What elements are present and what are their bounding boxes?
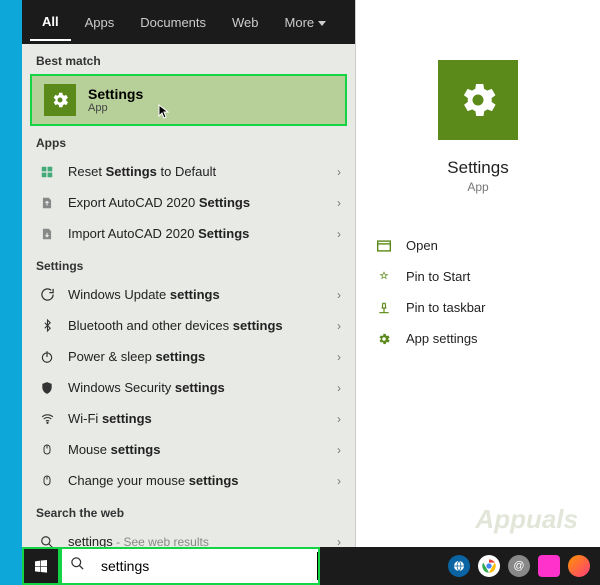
chevron-right-icon: › xyxy=(337,474,341,488)
gear-icon xyxy=(456,78,500,122)
tab-more[interactable]: More xyxy=(273,5,339,40)
list-item-label: Windows Update settings xyxy=(68,287,337,302)
list-item-label: Bluetooth and other devices settings xyxy=(68,318,337,333)
list-item-label: Reset Settings to Default xyxy=(68,164,337,179)
preview-app-tile xyxy=(438,60,518,140)
list-item-label: Mouse settings xyxy=(68,442,337,457)
action-pin-start[interactable]: Pin to Start xyxy=(374,261,582,292)
open-icon xyxy=(374,240,394,252)
gear-icon xyxy=(44,84,76,116)
shield-icon xyxy=(36,381,58,395)
setting-wifi[interactable]: Wi-Fi settings › xyxy=(22,403,355,434)
chevron-right-icon: › xyxy=(337,412,341,426)
app-icon[interactable] xyxy=(538,555,560,577)
section-apps: Apps xyxy=(22,126,355,156)
chevron-right-icon: › xyxy=(337,350,341,364)
chevron-right-icon: › xyxy=(337,381,341,395)
section-best-match: Best match xyxy=(22,44,355,74)
app-icon[interactable] xyxy=(448,555,470,577)
tab-documents[interactable]: Documents xyxy=(128,5,218,40)
best-match-subtitle: App xyxy=(88,102,143,114)
search-input[interactable] xyxy=(93,552,318,580)
action-label: App settings xyxy=(406,331,478,346)
chevron-right-icon: › xyxy=(337,443,341,457)
chevron-right-icon: › xyxy=(337,319,341,333)
setting-bluetooth[interactable]: Bluetooth and other devices settings › xyxy=(22,310,355,341)
tab-all[interactable]: All xyxy=(30,4,71,41)
best-match-text: Settings App xyxy=(88,86,143,114)
action-label: Open xyxy=(406,238,438,253)
preview-subtitle: App xyxy=(467,180,488,194)
best-match-title: Settings xyxy=(88,86,143,102)
action-label: Pin to taskbar xyxy=(406,300,486,315)
best-match-settings[interactable]: Settings App xyxy=(30,74,347,126)
reset-icon xyxy=(36,165,58,179)
pin-icon xyxy=(374,301,394,315)
setting-change-mouse[interactable]: Change your mouse settings › xyxy=(22,465,355,496)
app-icon[interactable] xyxy=(478,555,500,577)
desktop-accent-strip xyxy=(0,0,22,585)
wifi-icon xyxy=(36,412,58,425)
chevron-right-icon: › xyxy=(337,288,341,302)
app-import-autocad[interactable]: Import AutoCAD 2020 Settings › xyxy=(22,218,355,249)
taskbar-tray: @ xyxy=(448,555,600,577)
setting-mouse[interactable]: Mouse settings › xyxy=(22,434,355,465)
taskbar-search[interactable] xyxy=(60,547,320,585)
cursor-icon xyxy=(158,104,174,120)
pin-icon xyxy=(374,270,394,284)
import-icon xyxy=(36,227,58,241)
setting-security[interactable]: Windows Security settings › xyxy=(22,372,355,403)
chevron-right-icon: › xyxy=(337,165,341,179)
app-reset-settings[interactable]: Reset Settings to Default › xyxy=(22,156,355,187)
bluetooth-icon xyxy=(36,318,58,333)
app-icon[interactable]: @ xyxy=(508,555,530,577)
mouse-icon xyxy=(36,473,58,488)
taskbar: @ xyxy=(22,547,600,585)
action-label: Pin to Start xyxy=(406,269,470,284)
tab-apps[interactable]: Apps xyxy=(73,5,127,40)
export-icon xyxy=(36,196,58,210)
start-search-panel: All Apps Documents Web More Best match S… xyxy=(22,0,356,560)
action-pin-taskbar[interactable]: Pin to taskbar xyxy=(374,292,582,323)
app-export-autocad[interactable]: Export AutoCAD 2020 Settings › xyxy=(22,187,355,218)
gear-icon xyxy=(374,332,394,346)
action-app-settings[interactable]: App settings xyxy=(374,323,582,354)
preview-title: Settings xyxy=(447,158,508,178)
preview-actions: Open Pin to Start Pin to taskbar App set… xyxy=(356,230,600,354)
search-tabs-bar: All Apps Documents Web More xyxy=(22,0,355,44)
watermark: Appuals xyxy=(475,504,578,535)
app-icon[interactable] xyxy=(568,555,590,577)
preview-panel: Settings App Open Pin to Start Pin to ta… xyxy=(356,0,600,560)
refresh-icon xyxy=(36,287,58,302)
section-search-web: Search the web xyxy=(22,496,355,526)
start-button[interactable] xyxy=(22,547,60,585)
chevron-right-icon: › xyxy=(337,196,341,210)
action-open[interactable]: Open xyxy=(374,230,582,261)
list-item-label: Change your mouse settings xyxy=(68,473,337,488)
list-item-label: Wi-Fi settings xyxy=(68,411,337,426)
mouse-icon xyxy=(36,442,58,457)
power-icon xyxy=(36,350,58,364)
list-item-label: Power & sleep settings xyxy=(68,349,337,364)
chevron-down-icon xyxy=(318,21,326,26)
tab-web[interactable]: Web xyxy=(220,5,271,40)
setting-windows-update[interactable]: Windows Update settings › xyxy=(22,279,355,310)
list-item-label: Windows Security settings xyxy=(68,380,337,395)
windows-icon xyxy=(33,558,49,574)
chevron-right-icon: › xyxy=(337,227,341,241)
section-settings: Settings xyxy=(22,249,355,279)
list-item-label: Export AutoCAD 2020 Settings xyxy=(68,195,337,210)
search-icon xyxy=(62,556,93,576)
list-item-label: Import AutoCAD 2020 Settings xyxy=(68,226,337,241)
setting-power-sleep[interactable]: Power & sleep settings › xyxy=(22,341,355,372)
